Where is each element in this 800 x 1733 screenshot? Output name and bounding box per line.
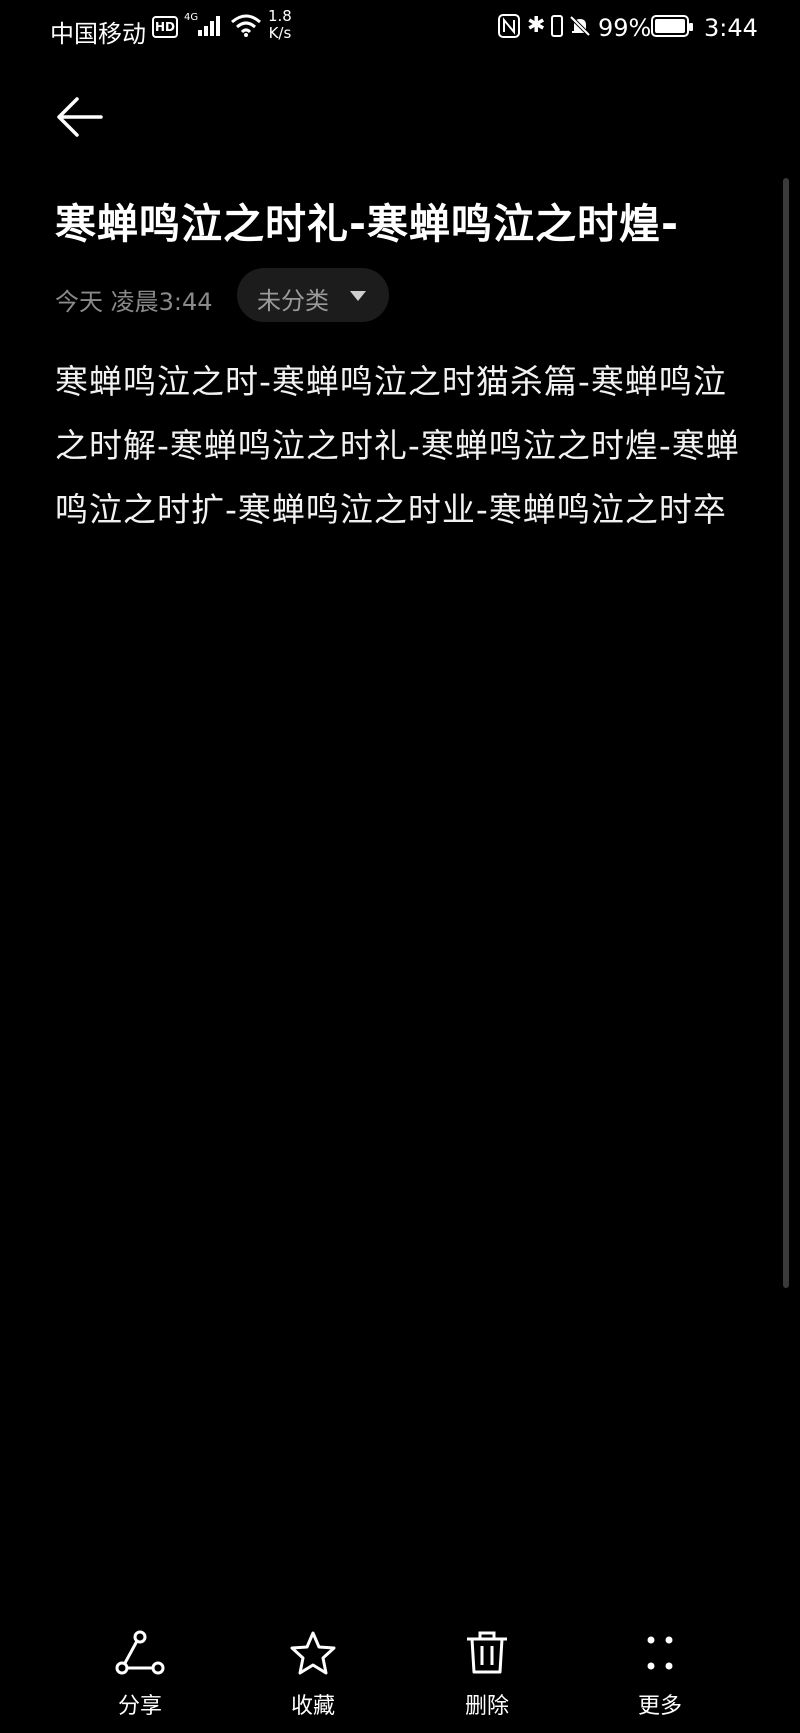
- wifi-icon: [231, 14, 261, 37]
- network-speed: 1.8 K/s: [268, 8, 292, 42]
- status-bar: 中国移动 HD 4G 1.8 K/s ✱ 99% 3:44: [0, 0, 800, 56]
- trash-icon: [467, 1631, 507, 1674]
- hd-badge: HD: [152, 16, 178, 38]
- dropdown-triangle-icon: [350, 291, 366, 301]
- bottom-toolbar: 分享 收藏 删除 更多: [0, 1620, 800, 1733]
- back-arrow-icon[interactable]: [55, 92, 105, 142]
- note-body[interactable]: 寒蝉鸣泣之时-寒蝉鸣泣之时猫杀篇-寒蝉鸣泣之时解-寒蝉鸣泣之时礼-寒蝉鸣泣之时煌…: [55, 350, 755, 542]
- delete-button[interactable]: 删除: [427, 1620, 547, 1730]
- battery-icon: [651, 15, 693, 37]
- scrollbar[interactable]: [783, 178, 789, 1288]
- battery-percent: 99%: [598, 14, 652, 42]
- vibrate-icon: [551, 15, 563, 37]
- signal-icon: [198, 16, 220, 36]
- share-button[interactable]: 分享: [80, 1620, 200, 1730]
- clock: 3:44: [704, 14, 758, 42]
- note-title: 寒蝉鸣泣之时礼-寒蝉鸣泣之时煌-: [55, 200, 680, 248]
- more-label: 更多: [637, 1694, 682, 1719]
- bluetooth-icon: ✱: [527, 13, 546, 38]
- share-icon: [115, 1630, 165, 1675]
- speed-value: 1.8: [268, 7, 292, 25]
- note-date: 今天 凌晨3:44: [55, 288, 213, 316]
- star-icon: [290, 1631, 336, 1675]
- category-dropdown[interactable]: 未分类: [237, 268, 389, 322]
- favorite-button[interactable]: 收藏: [253, 1620, 373, 1730]
- more-button[interactable]: 更多: [600, 1620, 720, 1730]
- delete-label: 删除: [464, 1694, 509, 1719]
- speed-unit: K/s: [268, 24, 292, 42]
- bell-mute-icon: [569, 15, 591, 37]
- category-label: 未分类: [257, 287, 329, 315]
- favorite-label: 收藏: [290, 1694, 335, 1719]
- carrier-name: 中国移动: [50, 20, 146, 48]
- more-dots-icon: [647, 1636, 673, 1670]
- share-label: 分享: [117, 1694, 162, 1719]
- nfc-icon: [498, 14, 520, 38]
